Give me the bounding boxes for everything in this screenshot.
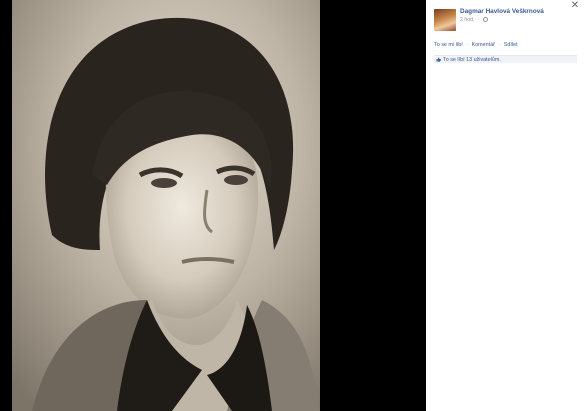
author-name[interactable]: Dagmar Havlová Veškrnová — [460, 8, 544, 15]
post-meta: 2 hod. · — [460, 17, 489, 23]
photo-viewer-stage — [0, 0, 426, 411]
portrait-image — [12, 0, 320, 411]
comment-link[interactable]: Komentář — [472, 42, 495, 48]
action-separator: · — [466, 42, 469, 48]
thumbs-up-icon — [436, 57, 441, 62]
post-sidebar: ✕ Dagmar Havlová Veškrnová 2 hod. · To s… — [426, 0, 584, 411]
likes-count-text[interactable]: To se líbí 13 uživatelům. — [443, 57, 501, 63]
globe-icon[interactable] — [483, 17, 489, 22]
post-timestamp[interactable]: 2 hod. — [460, 17, 474, 23]
action-separator: · — [498, 42, 501, 48]
avatar[interactable] — [434, 9, 456, 31]
post-actions: To se mi líbí · Komentář · Sdílet — [434, 42, 518, 48]
share-link[interactable]: Sdílet — [504, 42, 518, 48]
meta-separator: · — [477, 17, 480, 23]
like-link[interactable]: To se mi líbí — [434, 42, 463, 48]
close-icon[interactable]: ✕ — [570, 1, 580, 11]
post-photo[interactable] — [12, 0, 320, 411]
likes-summary: To se líbí 13 uživatelům. — [434, 55, 577, 63]
